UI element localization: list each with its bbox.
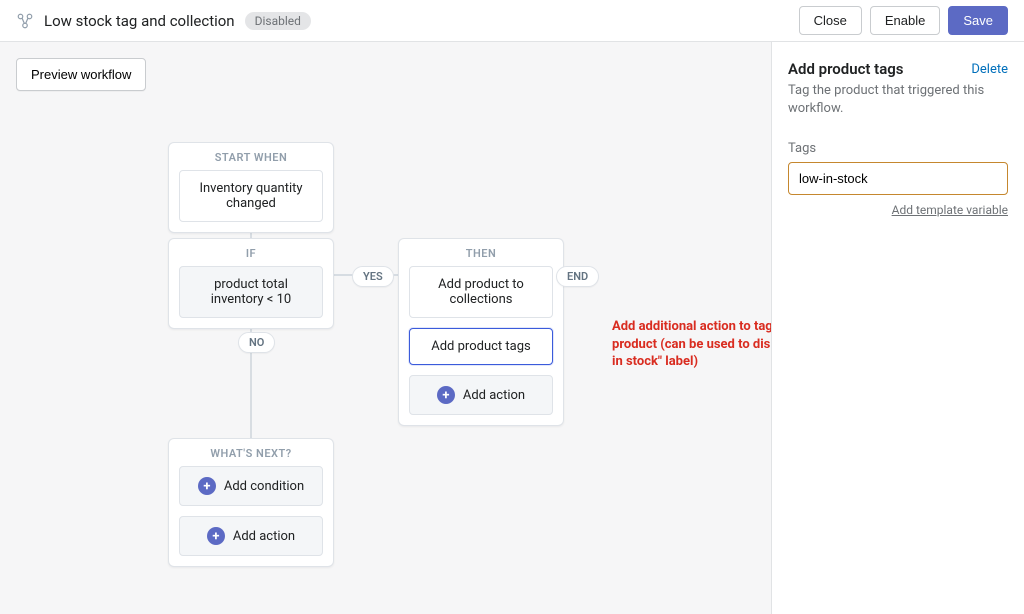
top-bar: Low stock tag and collection Disabled Cl… [0,0,1024,42]
sidebar-description: Tag the product that triggered this work… [788,82,1008,117]
delete-link[interactable]: Delete [971,62,1008,77]
no-pill: NO [238,332,275,353]
add-condition-label: Add condition [224,479,304,494]
sidebar-header: Add product tags Delete [788,60,1008,78]
if-header: IF [169,239,333,266]
then-add-action-button[interactable]: + Add action [409,375,553,415]
tags-input[interactable] [788,162,1008,195]
whats-next-header: WHAT'S NEXT? [169,439,333,466]
close-button[interactable]: Close [799,6,862,35]
status-badge: Disabled [245,12,311,30]
preview-workflow-button[interactable]: Preview workflow [16,58,146,91]
inspector-sidebar: Add product tags Delete Tag the product … [771,42,1024,614]
if-group: IF product total inventory < 10 [168,238,334,329]
action-card-1[interactable]: Add product tags [409,328,553,365]
sidebar-title: Add product tags [788,60,904,78]
start-when-header: START WHEN [169,143,333,170]
add-condition-button[interactable]: + Add condition [179,466,323,506]
workflow-canvas[interactable]: Preview workflow START WHEN Inventory qu… [0,42,771,614]
action-card-0[interactable]: Add product to collections [409,266,553,318]
top-bar-actions: Close Enable Save [799,6,1008,35]
plus-icon: + [437,386,455,404]
enable-button[interactable]: Enable [870,6,940,35]
main-area: Preview workflow START WHEN Inventory qu… [0,42,1024,614]
tags-label: Tags [788,141,1008,156]
then-group: THEN Add product to collections Add prod… [398,238,564,426]
top-bar-left: Low stock tag and collection Disabled [16,12,311,30]
condition-card[interactable]: product total inventory < 10 [179,266,323,318]
start-when-group: START WHEN Inventory quantity changed [168,142,334,233]
yes-pill: YES [352,266,394,287]
add-action-label: Add action [233,529,295,544]
whats-next-group: WHAT'S NEXT? + Add condition + Add actio… [168,438,334,567]
workflow-title: Low stock tag and collection [44,12,235,30]
add-action-label: Add action [463,388,525,403]
workflow-icon [16,12,34,30]
annotation-text: Add additional action to tag the product… [612,318,771,371]
end-pill: END [556,266,599,287]
trigger-card[interactable]: Inventory quantity changed [179,170,323,222]
plus-icon: + [207,527,225,545]
then-header: THEN [399,239,563,266]
plus-icon: + [198,477,216,495]
save-button[interactable]: Save [948,6,1008,35]
add-template-variable-link[interactable]: Add template variable [892,203,1008,217]
next-add-action-button[interactable]: + Add action [179,516,323,556]
